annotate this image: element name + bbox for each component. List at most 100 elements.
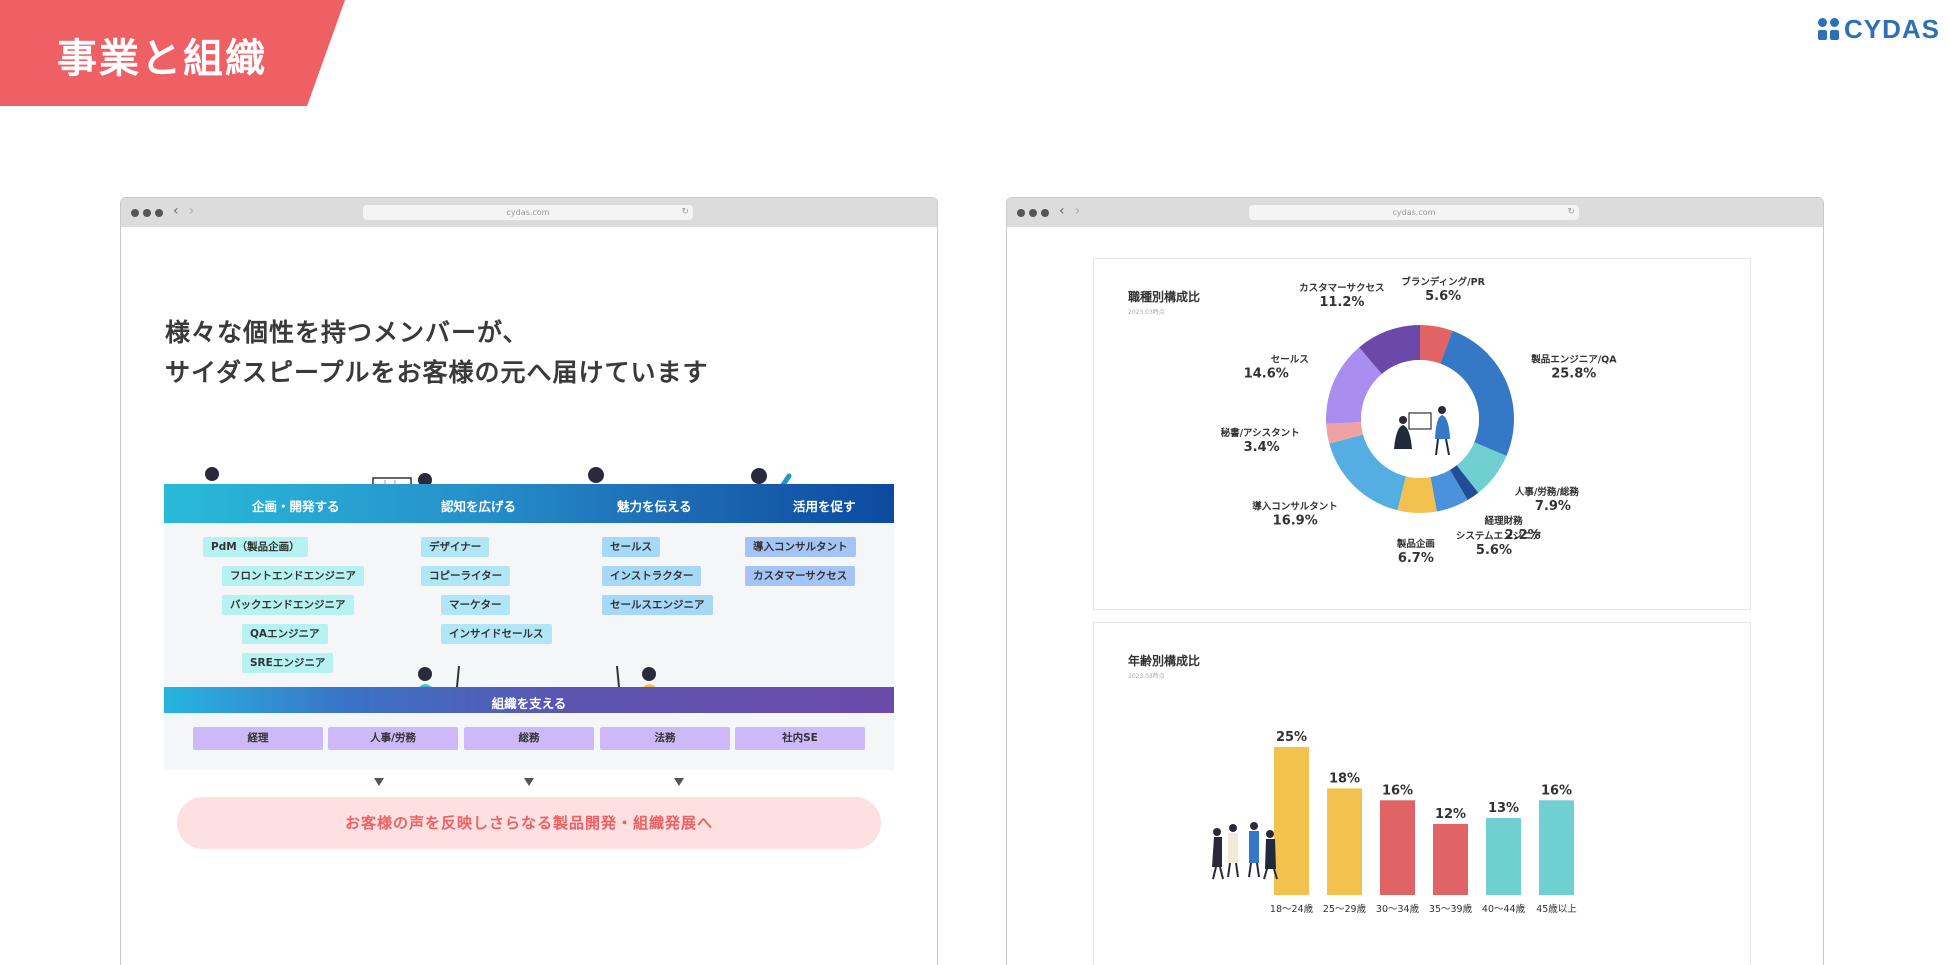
age-bar	[1327, 788, 1362, 895]
age-bar-category: 45歳以上	[1536, 903, 1577, 915]
role-chip: マーケター	[441, 595, 510, 615]
donut-value: 5.6%	[1476, 543, 1512, 558]
donut-value: 5.6%	[1425, 289, 1461, 304]
donut-value: 6.7%	[1398, 551, 1434, 566]
stage-utilize: 活用を促す	[793, 499, 856, 514]
address-url: cydas.com	[1392, 208, 1436, 217]
age-composition-card: 年齢別構成比 2023.03時点 25% 18〜24歳 18% 25〜29歳 16% 30…	[1093, 622, 1751, 965]
stage-awareness: 認知を広げる	[441, 499, 517, 514]
cydas-logo: CYDAS	[1818, 13, 1941, 44]
address-bar[interactable]: cydas.com ↻	[1249, 205, 1579, 220]
stage-band: 企画・開発する 認知を広げる 魅力を伝える 活用を促す	[164, 484, 894, 523]
age-bar-value: 13%	[1488, 801, 1519, 816]
job-composition-card: 職種別構成比 2023.03時点 ブランディング/PR 5.6% 製品エンジニア/Q…	[1093, 258, 1751, 610]
donut-label: セールス	[1271, 355, 1309, 366]
address-bar[interactable]: cydas.com ↻	[363, 205, 693, 220]
support-role-chip: 総務	[464, 727, 594, 750]
role-chip: PdM（製品企画）	[203, 537, 308, 557]
age-bar-category: 35〜39歳	[1429, 903, 1473, 915]
donut-label: 導入コンサルタント	[1252, 500, 1338, 512]
support-role-chip: 経理	[193, 727, 323, 750]
role-chip: セールス	[602, 537, 660, 557]
back-arrow-icon: ‹	[1059, 203, 1075, 219]
stage-plan: 企画・開発する	[252, 499, 340, 514]
page-title-tag: 事業と組織	[0, 0, 345, 106]
donut-label: 秘書/アシスタント	[1221, 427, 1300, 439]
browser-window-right: ‹› cydas.com ↻ 職種別構成比 2023.03時点 ブランディング/…	[1006, 197, 1824, 965]
age-bar-category: 30〜34歳	[1376, 903, 1420, 915]
role-chip: インストラクター	[602, 566, 702, 586]
age-bar-value: 18%	[1329, 771, 1360, 786]
roles-area: PdM（製品企画） フロントエンドエンジニア バックエンドエンジニア QAエンジ…	[164, 523, 894, 687]
down-triangle-icon	[524, 778, 534, 786]
age-bar-category: 40〜44歳	[1482, 903, 1526, 915]
forward-arrow-icon: ›	[188, 203, 205, 219]
support-label: 組織を支える	[491, 696, 567, 711]
reload-icon[interactable]: ↻	[681, 205, 689, 220]
role-chip: バックエンドエンジニア	[222, 595, 354, 615]
age-bar	[1486, 818, 1521, 895]
back-arrow-icon: ‹	[173, 203, 189, 219]
heading-line-2: サイダスピープルをお客様の元へ届けています	[165, 358, 709, 387]
donut-value: 16.9%	[1273, 513, 1318, 528]
age-bar-value: 12%	[1435, 807, 1466, 822]
role-chip: セールスエンジニア	[602, 595, 713, 615]
support-role-chip: 法務	[600, 727, 730, 750]
age-bar	[1539, 800, 1574, 895]
role-chip: フロントエンドエンジニア	[222, 566, 364, 586]
role-chip: インサイドセールス	[441, 624, 552, 644]
nav-arrows[interactable]: ‹›	[1059, 203, 1090, 219]
donut-label: 製品企画	[1396, 538, 1435, 550]
donut-label: 製品エンジニア/QA	[1530, 354, 1617, 366]
browser-window-left: ‹› cydas.com ↻ 様々な個性を持つメンバーが、 サイダスピープルをお…	[120, 197, 938, 965]
organization-heading: 様々な個性を持つメンバーが、 サイダスピープルをお客様の元へ届けています	[165, 313, 709, 393]
role-chip: SREエンジニア	[242, 653, 334, 673]
age-bar-value: 16%	[1382, 783, 1413, 798]
age-bar-category: 18〜24歳	[1270, 903, 1314, 915]
role-chip: デザイナー	[421, 537, 490, 557]
logo-mark-icon	[1818, 18, 1840, 40]
support-band: 組織を支える	[164, 687, 894, 713]
donut-label: 人事/労務/総務	[1515, 486, 1579, 498]
donut-label: カスタマーサクセス	[1299, 282, 1384, 294]
reload-icon[interactable]: ↻	[1567, 205, 1575, 220]
support-role-chip: 人事/労務	[328, 727, 458, 750]
support-roles-area: 経理 人事/労務 総務 法務 社内SE	[164, 713, 894, 770]
heading-line-1: 様々な個性を持つメンバーが、	[165, 318, 529, 347]
down-triangle-icon	[674, 778, 684, 786]
role-chip: 導入コンサルタント	[745, 537, 856, 557]
stage-appeal: 魅力を伝える	[617, 499, 692, 514]
age-bar-value: 25%	[1276, 730, 1307, 745]
donut-value: 3.4%	[1244, 440, 1280, 455]
donut-value: 14.6%	[1244, 367, 1289, 382]
role-chip: カスタマーサクセス	[745, 566, 856, 586]
age-bar-value: 16%	[1541, 783, 1572, 798]
support-role-chip: 社内SE	[735, 727, 865, 750]
donut-value: 7.9%	[1535, 499, 1571, 514]
group-people-illustration-icon	[1212, 822, 1278, 880]
donut-label: システムエンジニア	[1456, 531, 1542, 542]
logo-text: CYDAS	[1844, 13, 1941, 44]
role-chip: QAエンジニア	[242, 624, 328, 644]
window-controls[interactable]	[1017, 209, 1049, 217]
donut-label: 経理財務	[1485, 515, 1524, 527]
donut-label: ブランディング/PR	[1401, 276, 1485, 288]
age-bar	[1433, 823, 1468, 895]
address-url: cydas.com	[506, 208, 550, 217]
donut-value: 25.8%	[1551, 367, 1596, 382]
window-controls[interactable]	[131, 209, 163, 217]
role-chip: コピーライター	[421, 566, 511, 586]
nav-arrows[interactable]: ‹›	[173, 203, 204, 219]
page-title: 事業と組織	[57, 36, 267, 82]
down-triangle-icon	[374, 778, 384, 786]
age-bar-chart: 25% 18〜24歳 18% 25〜29歳 16% 30〜34歳 12% 35〜39歳 13% 4…	[1212, 730, 1577, 915]
age-bar	[1274, 747, 1309, 895]
job-donut-chart: ブランディング/PR5.6%製品エンジニア/QA25.8%人事/労務/総務7.9…	[1221, 276, 1618, 566]
forward-arrow-icon: ›	[1074, 203, 1091, 219]
age-bar	[1380, 800, 1415, 895]
donut-value: 11.2%	[1319, 295, 1364, 310]
feedback-pill: お客様の声を反映しさらなる製品開発・組織発展へ	[177, 797, 881, 849]
browser-toolbar: ‹› cydas.com ↻	[1007, 198, 1823, 227]
browser-toolbar: ‹› cydas.com ↻	[121, 198, 937, 227]
age-bar-category: 25〜29歳	[1323, 903, 1367, 915]
